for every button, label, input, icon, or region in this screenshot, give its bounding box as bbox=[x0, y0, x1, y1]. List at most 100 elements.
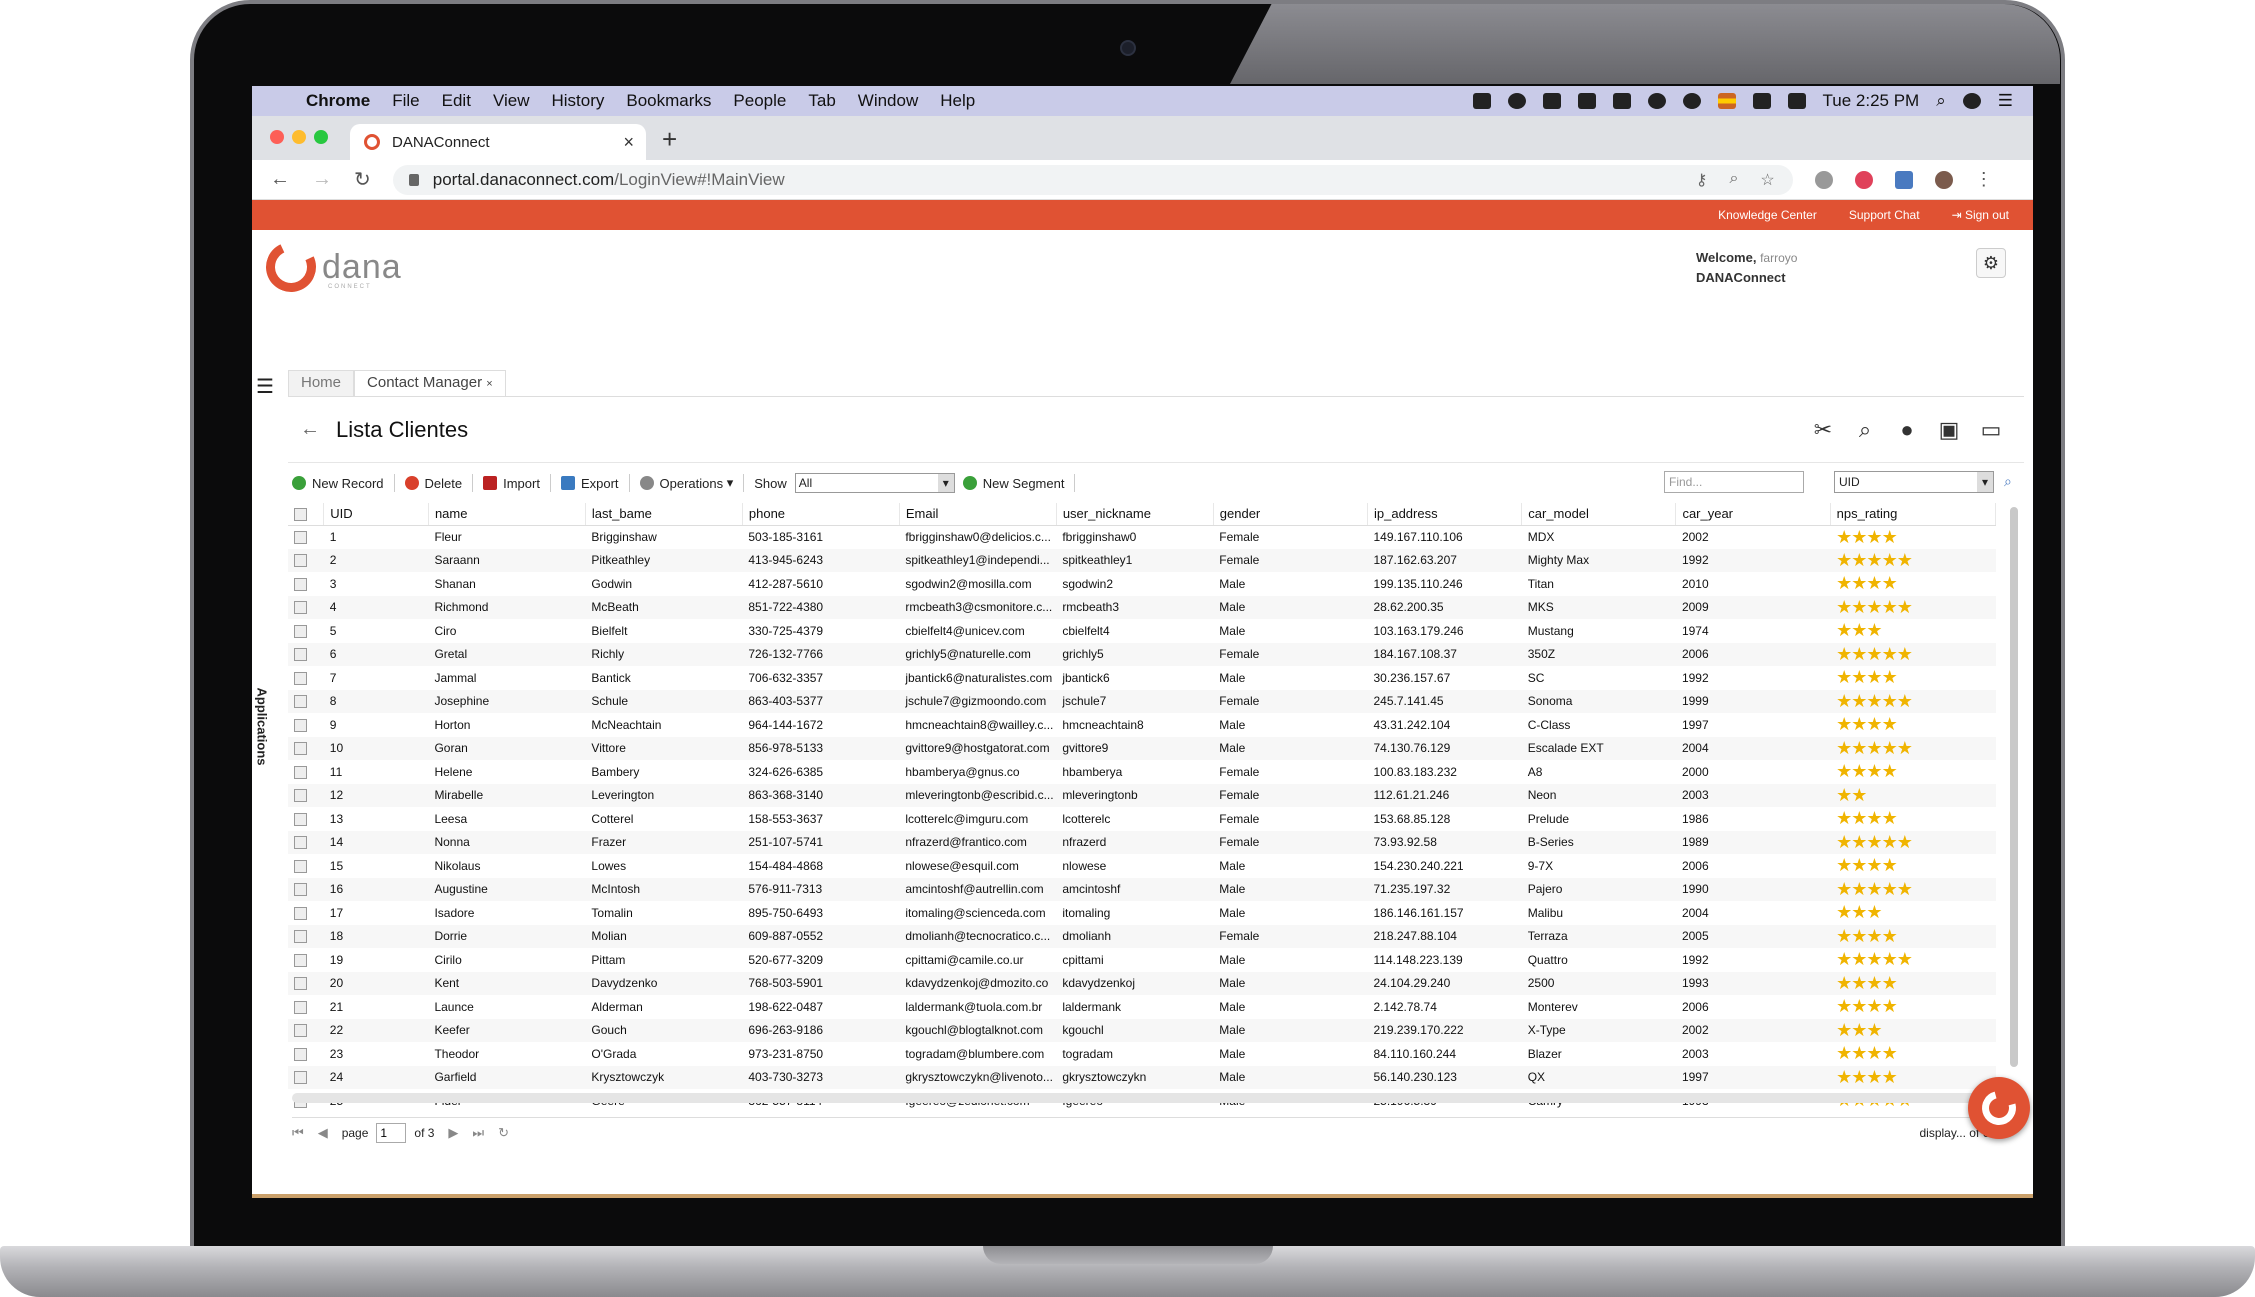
table-row[interactable]: 2 Saraann Pitkeathley 413-945-6243 spitkeath… bbox=[288, 548, 1996, 572]
close-tab-icon[interactable]: × bbox=[486, 378, 492, 390]
menu-file[interactable]: File bbox=[392, 91, 419, 111]
next-page-icon[interactable]: ▶ bbox=[448, 1125, 458, 1141]
column-header[interactable]: Email bbox=[899, 503, 1057, 526]
row-checkbox[interactable] bbox=[294, 554, 307, 568]
row-select-cell[interactable] bbox=[288, 830, 324, 854]
row-checkbox[interactable] bbox=[294, 1024, 307, 1038]
row-select-cell[interactable] bbox=[288, 1065, 324, 1089]
row-checkbox[interactable] bbox=[294, 883, 307, 897]
table-row[interactable]: 20 Kent Davydzenko 768-503-5901 kdavydzenkoj… bbox=[288, 971, 1996, 995]
dana-logo[interactable]: dana CONNECT bbox=[258, 234, 402, 300]
table-row[interactable]: 24 Garfield Krysztowczyk 403-730-3273 gkrysz… bbox=[288, 1065, 1996, 1089]
row-checkbox[interactable] bbox=[294, 953, 307, 967]
battery-icon[interactable] bbox=[1787, 93, 1806, 109]
table-row[interactable]: 22 Keefer Gouch 696-263-9186 kgouchl@blogtal… bbox=[288, 1018, 1996, 1042]
table-row[interactable]: 5 Ciro Bielfelt 330-725-4379 cbielfelt4@unic… bbox=[288, 619, 1996, 643]
user-icon[interactable]: ● bbox=[1894, 417, 1920, 443]
row-checkbox[interactable] bbox=[294, 531, 307, 545]
menu-tab[interactable]: Tab bbox=[808, 91, 835, 111]
menu-window[interactable]: Window bbox=[858, 91, 918, 111]
address-bar[interactable]: portal.danaconnect.com/LoginView#!MainVi… bbox=[392, 164, 1793, 195]
row-checkbox[interactable] bbox=[294, 718, 307, 732]
new-segment-button[interactable]: New Segment bbox=[962, 476, 1064, 491]
table-row[interactable]: 6 Gretal Richly 726-132-7766 grichly5@nature… bbox=[288, 642, 1996, 666]
menu-history[interactable]: History bbox=[551, 91, 604, 111]
menu-edit[interactable]: Edit bbox=[442, 91, 471, 111]
row-checkbox[interactable] bbox=[294, 1071, 307, 1085]
lock-icon[interactable] bbox=[408, 173, 419, 186]
settings-gear-icon[interactable]: ⚙ bbox=[1976, 248, 2006, 278]
row-checkbox[interactable] bbox=[294, 906, 307, 920]
volume-icon[interactable] bbox=[1752, 93, 1771, 109]
row-checkbox[interactable] bbox=[294, 742, 307, 756]
row-select-cell[interactable] bbox=[288, 525, 324, 549]
menu-clock[interactable]: Tue 2:25 PM bbox=[1823, 91, 1920, 111]
row-select-cell[interactable] bbox=[288, 548, 324, 572]
wifi-icon[interactable] bbox=[1682, 93, 1701, 109]
hamburger-menu-icon[interactable]: ☰ bbox=[256, 374, 274, 399]
row-select-cell[interactable] bbox=[288, 1018, 324, 1042]
table-row[interactable]: 17 Isadore Tomalin 895-750-6493 itomaling@sc… bbox=[288, 901, 1996, 925]
last-page-icon[interactable]: ⏭ bbox=[472, 1125, 484, 1141]
menu-help[interactable]: Help bbox=[940, 91, 975, 111]
column-header[interactable]: last_bame bbox=[585, 503, 743, 526]
column-header[interactable]: car_model bbox=[1521, 503, 1677, 526]
table-row[interactable]: 12 Mirabelle Leverington 863-368-3140 mlever… bbox=[288, 783, 1996, 807]
table-row[interactable]: 19 Cirilo Pittam 520-677-3209 cpittami@camil… bbox=[288, 948, 1996, 972]
row-select-cell[interactable] bbox=[288, 854, 324, 878]
row-checkbox[interactable] bbox=[294, 695, 307, 709]
row-select-cell[interactable] bbox=[288, 760, 324, 784]
row-checkbox[interactable] bbox=[294, 1047, 307, 1061]
select-all-header[interactable] bbox=[288, 503, 325, 526]
row-checkbox[interactable] bbox=[294, 977, 307, 991]
operations-button[interactable]: Operations ▾ bbox=[639, 475, 733, 491]
browser-tab[interactable]: DANAConnect × bbox=[350, 124, 646, 160]
minimize-window-icon[interactable] bbox=[292, 130, 306, 144]
first-page-icon[interactable]: ⏮ bbox=[292, 1125, 304, 1141]
new-record-button[interactable]: New Record bbox=[292, 476, 384, 491]
maximize-window-icon[interactable] bbox=[314, 130, 328, 144]
row-select-cell[interactable] bbox=[288, 901, 324, 925]
zoom-icon[interactable]: ⌕ bbox=[1729, 170, 1738, 190]
sign-out-link[interactable]: ⇥ Sign out bbox=[1952, 208, 2009, 222]
new-tab-icon[interactable]: + bbox=[662, 124, 677, 155]
todoist-extension-icon[interactable] bbox=[1854, 170, 1873, 189]
applications-side-tab[interactable]: Applications bbox=[252, 670, 272, 830]
table-row[interactable]: 8 Josephine Schule 863-403-5377 jschule7@giz… bbox=[288, 689, 1996, 713]
creative-cloud-icon[interactable] bbox=[1507, 93, 1526, 109]
dana-chat-button[interactable] bbox=[1968, 1077, 2030, 1139]
close-tab-icon[interactable]: × bbox=[623, 132, 634, 153]
add-window-icon[interactable]: ▭ bbox=[1978, 417, 2004, 443]
row-select-cell[interactable] bbox=[288, 642, 324, 666]
row-checkbox[interactable] bbox=[294, 812, 307, 826]
export-button[interactable]: Export bbox=[560, 476, 619, 491]
column-header[interactable]: nps_rating bbox=[1830, 503, 1997, 526]
table-row[interactable]: 1 Fleur Brigginshaw 503-185-3161 fbrigginsha… bbox=[288, 525, 1996, 549]
row-select-cell[interactable] bbox=[288, 619, 324, 643]
siri-icon[interactable] bbox=[1962, 93, 1981, 109]
row-select-cell[interactable] bbox=[288, 783, 324, 807]
row-checkbox[interactable] bbox=[294, 648, 307, 662]
menu-app-name[interactable]: Chrome bbox=[306, 91, 370, 111]
bookmark-star-icon[interactable]: ☆ bbox=[1760, 170, 1774, 190]
checkbox-app-icon[interactable] bbox=[1542, 93, 1561, 109]
drive-extension-icon[interactable] bbox=[1814, 170, 1833, 189]
row-select-cell[interactable] bbox=[288, 948, 324, 972]
row-select-cell[interactable] bbox=[288, 971, 324, 995]
menu-people[interactable]: People bbox=[733, 91, 786, 111]
column-header[interactable]: car_year bbox=[1675, 503, 1831, 526]
table-row[interactable]: 16 Augustine McIntosh 576-911-7313 amcintosh… bbox=[288, 877, 1996, 901]
table-row[interactable]: 18 Dorrie Molian 609-887-0552 dmolianh@tecno… bbox=[288, 924, 1996, 948]
table-row[interactable]: 3 Shanan Godwin 412-287-5610 sgodwin2@mosill… bbox=[288, 572, 1996, 596]
spotlight-search-icon[interactable]: ⌕ bbox=[1936, 91, 1946, 111]
profile-avatar[interactable] bbox=[1934, 170, 1953, 189]
reload-icon[interactable]: ↻ bbox=[354, 167, 371, 192]
table-row[interactable]: 15 Nikolaus Lowes 154-484-4868 nlowese@esqui… bbox=[288, 854, 1996, 878]
row-checkbox[interactable] bbox=[294, 836, 307, 850]
tab-contact-manager[interactable]: Contact Manager × bbox=[354, 370, 506, 396]
delete-button[interactable]: Delete bbox=[404, 476, 462, 491]
airplay-icon[interactable] bbox=[1612, 93, 1631, 109]
import-button[interactable]: Import bbox=[483, 476, 540, 491]
knowledge-center-link[interactable]: Knowledge Center bbox=[1718, 208, 1817, 222]
row-checkbox[interactable] bbox=[294, 1000, 307, 1014]
